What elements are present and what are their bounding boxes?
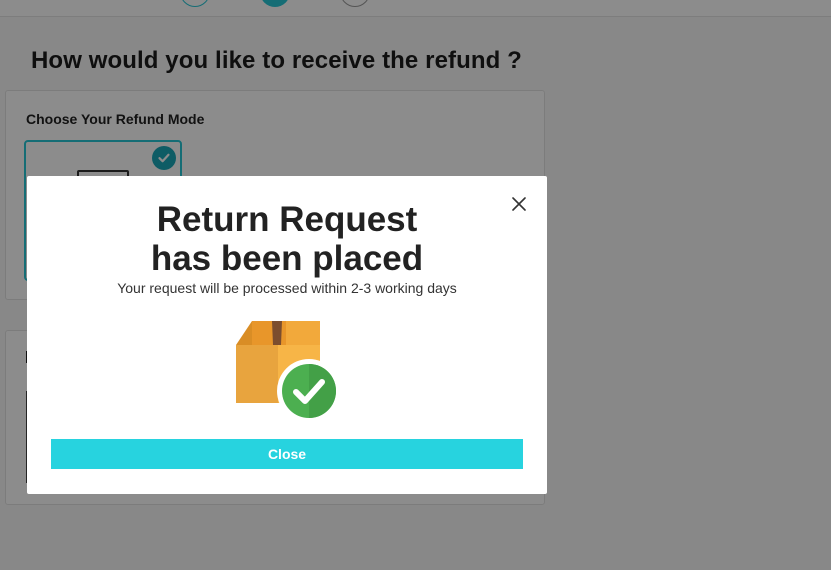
close-button[interactable]: Close: [51, 439, 523, 469]
package-box-icon: [236, 321, 341, 423]
modal-title-line1: Return Request: [156, 200, 418, 239]
modal-title-line2: has been placed: [150, 239, 424, 278]
return-confirmation-modal: Return Request has been placed Your requ…: [27, 176, 547, 494]
package-success-illustration: [236, 319, 341, 423]
modal-title: Return Request has been placed: [27, 200, 547, 278]
modal-subtitle: Your request will be processed within 2-…: [117, 280, 457, 296]
